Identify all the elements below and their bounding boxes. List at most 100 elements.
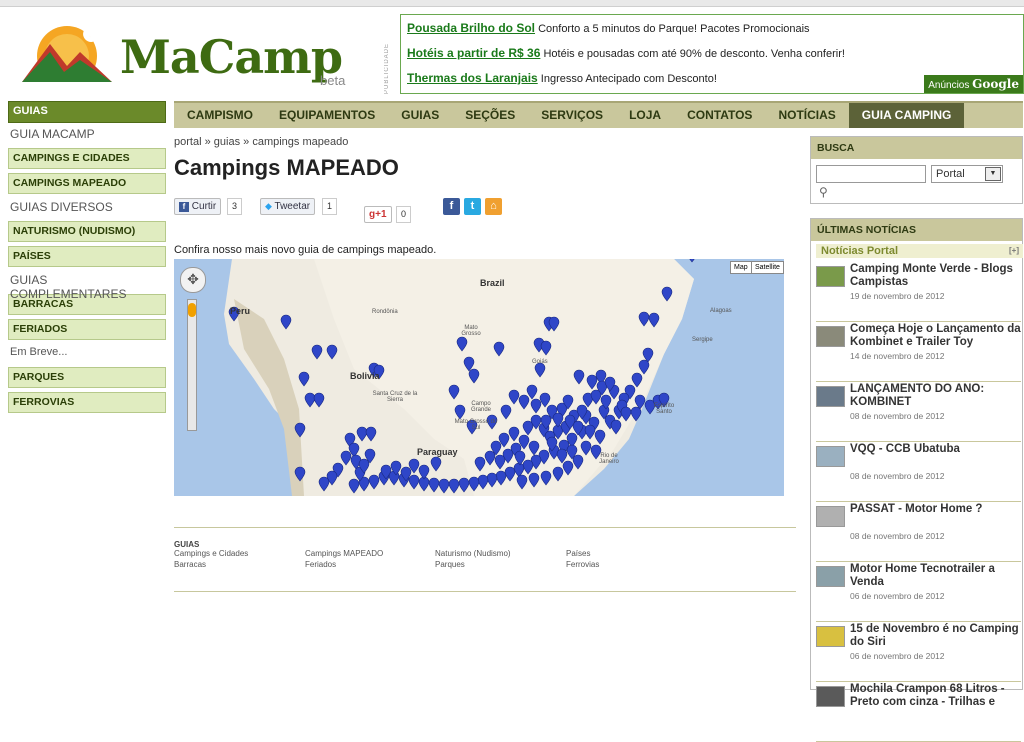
nav-guia-camping[interactable]: GUIA CAMPING xyxy=(848,103,965,128)
page-title: Campings MAPEADO xyxy=(174,155,399,180)
news-title[interactable]: 15 de Novembro é no Camping do Siri xyxy=(850,623,1022,649)
news-thumbnail[interactable] xyxy=(816,626,845,647)
breadcrumb-guias[interactable]: guias xyxy=(214,136,240,148)
footer-link[interactable]: Feriados xyxy=(305,560,336,569)
news-item[interactable]: Motor Home Tecnotrailer a Venda 06 de nov… xyxy=(816,563,1021,622)
news-thumbnail[interactable] xyxy=(816,506,845,527)
dropdown-arrow-icon[interactable]: ▼ xyxy=(985,167,1001,181)
campings-map[interactable]: ✥ Map Satellite Brazil Peru Bolivia Para… xyxy=(174,259,784,496)
camping-marker-icon[interactable] xyxy=(687,259,697,263)
map-place-label: Rio de Janeiro xyxy=(599,453,619,465)
street-view-pegman-icon[interactable] xyxy=(188,303,196,317)
sidebar-item-campings-e-cidades[interactable]: CAMPINGS E CIDADES xyxy=(8,148,166,169)
sidebar-item-guia-macamp[interactable]: GUIA MACAMP xyxy=(8,125,166,145)
map-label-bolivia: Bolivia xyxy=(350,371,380,381)
ad-link[interactable]: Hotéis a partir de R$ 36 xyxy=(407,46,540,60)
news-thumbnail[interactable] xyxy=(816,686,845,707)
news-thumbnail[interactable] xyxy=(816,326,845,347)
nav-noticias[interactable]: NOTÍCIAS xyxy=(765,103,848,128)
ads-google-brand: Google xyxy=(972,77,1019,91)
nav-campismo[interactable]: CAMPISMO xyxy=(174,103,266,128)
footer-link[interactable]: Naturismo (Nudismo) xyxy=(435,549,511,558)
footer-link[interactable]: Campings e Cidades xyxy=(174,549,248,558)
news-item[interactable]: VQQ - CCB Ubatuba 08 de novembro de 2012 xyxy=(816,443,1021,502)
breadcrumb-portal[interactable]: portal xyxy=(174,136,202,148)
news-title[interactable]: Camping Monte Verde - Blogs Campistas xyxy=(850,263,1022,289)
search-scope-value: Portal xyxy=(936,168,965,180)
ad-link[interactable]: Pousada Brilho do Sol xyxy=(407,21,535,35)
news-title[interactable]: Motor Home Tecnotrailer a Venda xyxy=(850,563,1022,589)
news-title[interactable]: Começa Hoje o Lançamento da Kombinet e T… xyxy=(850,323,1022,349)
news-item[interactable]: Mochila Crampon 68 Litros - Preto com ci… xyxy=(816,683,1021,742)
news-thumbnail[interactable] xyxy=(816,566,845,587)
sidebar-item-paises[interactable]: PAÍSES xyxy=(8,246,166,267)
news-date: 08 de novembro de 2012 xyxy=(850,531,945,541)
footer-link[interactable]: Países xyxy=(566,549,590,558)
ad-link[interactable]: Thermas dos Laranjais xyxy=(407,71,538,85)
map-type-satellite-button[interactable]: Satellite xyxy=(751,261,784,274)
footer-link[interactable]: Barracas xyxy=(174,560,206,569)
facebook-like-button[interactable]: f Curtir xyxy=(174,198,222,215)
sidebar-item-parques[interactable]: PARQUES xyxy=(8,367,166,388)
news-item[interactable]: Camping Monte Verde - Blogs Campistas 19 … xyxy=(816,263,1021,322)
search-scope-select[interactable]: Portal ▼ xyxy=(931,165,1003,183)
news-title[interactable]: PASSAT - Motor Home ? xyxy=(850,503,1022,516)
sidebar-item-campings-mapeado[interactable]: CAMPINGS MAPEADO xyxy=(8,173,166,194)
nav-guias[interactable]: GUIAS xyxy=(388,103,452,128)
news-thumbnail[interactable] xyxy=(816,386,845,407)
footer-link[interactable]: Ferrovias xyxy=(566,560,599,569)
news-item[interactable]: 15 de Novembro é no Camping do Siri 06 de… xyxy=(816,623,1021,682)
footer-link[interactable]: Campings MAPEADO xyxy=(305,549,383,558)
zoom-slider[interactable] xyxy=(187,299,197,431)
search-input[interactable] xyxy=(816,165,926,183)
browser-top-strip xyxy=(0,0,1024,7)
nav-loja[interactable]: LOJA xyxy=(616,103,674,128)
news-date: 06 de novembro de 2012 xyxy=(850,651,945,661)
news-thumbnail[interactable] xyxy=(816,266,845,287)
map-place-label: Rondônia xyxy=(372,309,398,315)
google-plus-button[interactable]: g+1 xyxy=(364,206,392,223)
news-thumbnail[interactable] xyxy=(816,446,845,467)
news-header: ÚLTIMAS NOTÍCIAS xyxy=(811,219,1022,241)
ad-item: Pousada Brilho do Sol Conforto a 5 minut… xyxy=(407,21,810,35)
news-item[interactable]: PASSAT - Motor Home ? 08 de novembro de 2… xyxy=(816,503,1021,562)
news-date: 06 de novembro de 2012 xyxy=(850,591,945,601)
left-sidebar: GUIAS GUIA MACAMP CAMPINGS E CIDADES CAM… xyxy=(8,101,166,417)
nav-servicos[interactable]: SERVIÇOS xyxy=(528,103,616,128)
news-title[interactable]: VQQ - CCB Ubatuba xyxy=(850,443,1022,456)
footer-divider xyxy=(174,527,796,528)
news-title[interactable]: LANÇAMENTO DO ANO: KOMBINET xyxy=(850,383,1022,409)
news-more-button[interactable]: [+] xyxy=(1009,244,1019,258)
site-logo[interactable]: MaCamp beta xyxy=(22,22,362,90)
news-subheader[interactable]: Notícias Portal [+] xyxy=(816,244,1023,258)
map-type-map-button[interactable]: Map xyxy=(730,261,752,274)
rss-share-icon[interactable]: ⌂ xyxy=(485,198,502,215)
sidebar-item-feriados[interactable]: FERIADOS xyxy=(8,319,166,340)
breadcrumb-sep: » xyxy=(204,136,211,148)
search-icon[interactable]: ⚲ xyxy=(819,185,828,199)
nav-contatos[interactable]: CONTATOS xyxy=(674,103,765,128)
nav-equipamentos[interactable]: EQUIPAMENTOS xyxy=(266,103,388,128)
map-place-label: Santa Cruz de la Sierra xyxy=(372,391,418,403)
map-place-label: Espírito Santo xyxy=(653,403,675,415)
sidebar-item-guias-diversos[interactable]: GUIAS DIVERSOS xyxy=(8,198,166,218)
google-ads-badge[interactable]: Anúncios Google xyxy=(924,75,1023,93)
mountain-sun-logo-icon xyxy=(22,25,112,82)
map-canvas[interactable] xyxy=(174,259,784,496)
plus-label: +1 xyxy=(375,209,387,220)
footer-link[interactable]: Parques xyxy=(435,560,465,569)
tweet-button[interactable]: ◆ Tweetar xyxy=(260,198,316,215)
news-item[interactable]: LANÇAMENTO DO ANO: KOMBINET 08 de novembr… xyxy=(816,383,1021,442)
map-place-label: Mato Grosso xyxy=(461,325,481,337)
sidebar-item-ferrovias[interactable]: FERROVIAS xyxy=(8,392,166,413)
facebook-icon: f xyxy=(179,202,189,212)
nav-secoes[interactable]: SEÇÕES xyxy=(452,103,528,128)
sidebar-item-naturismo[interactable]: NATURISMO (NUDISMO) xyxy=(8,221,166,242)
sidebar-item-guias-complementares[interactable]: GUIAS COMPLEMENTARES xyxy=(8,271,166,301)
facebook-share-icon[interactable]: f xyxy=(443,198,460,215)
news-title[interactable]: Mochila Crampon 68 Litros - Preto com ci… xyxy=(850,683,1022,709)
pan-control-icon[interactable]: ✥ xyxy=(180,267,206,293)
twitter-share-icon[interactable]: t xyxy=(464,198,481,215)
map-place-label: Mato Grosso do Sul xyxy=(454,419,498,431)
news-item[interactable]: Começa Hoje o Lançamento da Kombinet e T… xyxy=(816,323,1021,382)
